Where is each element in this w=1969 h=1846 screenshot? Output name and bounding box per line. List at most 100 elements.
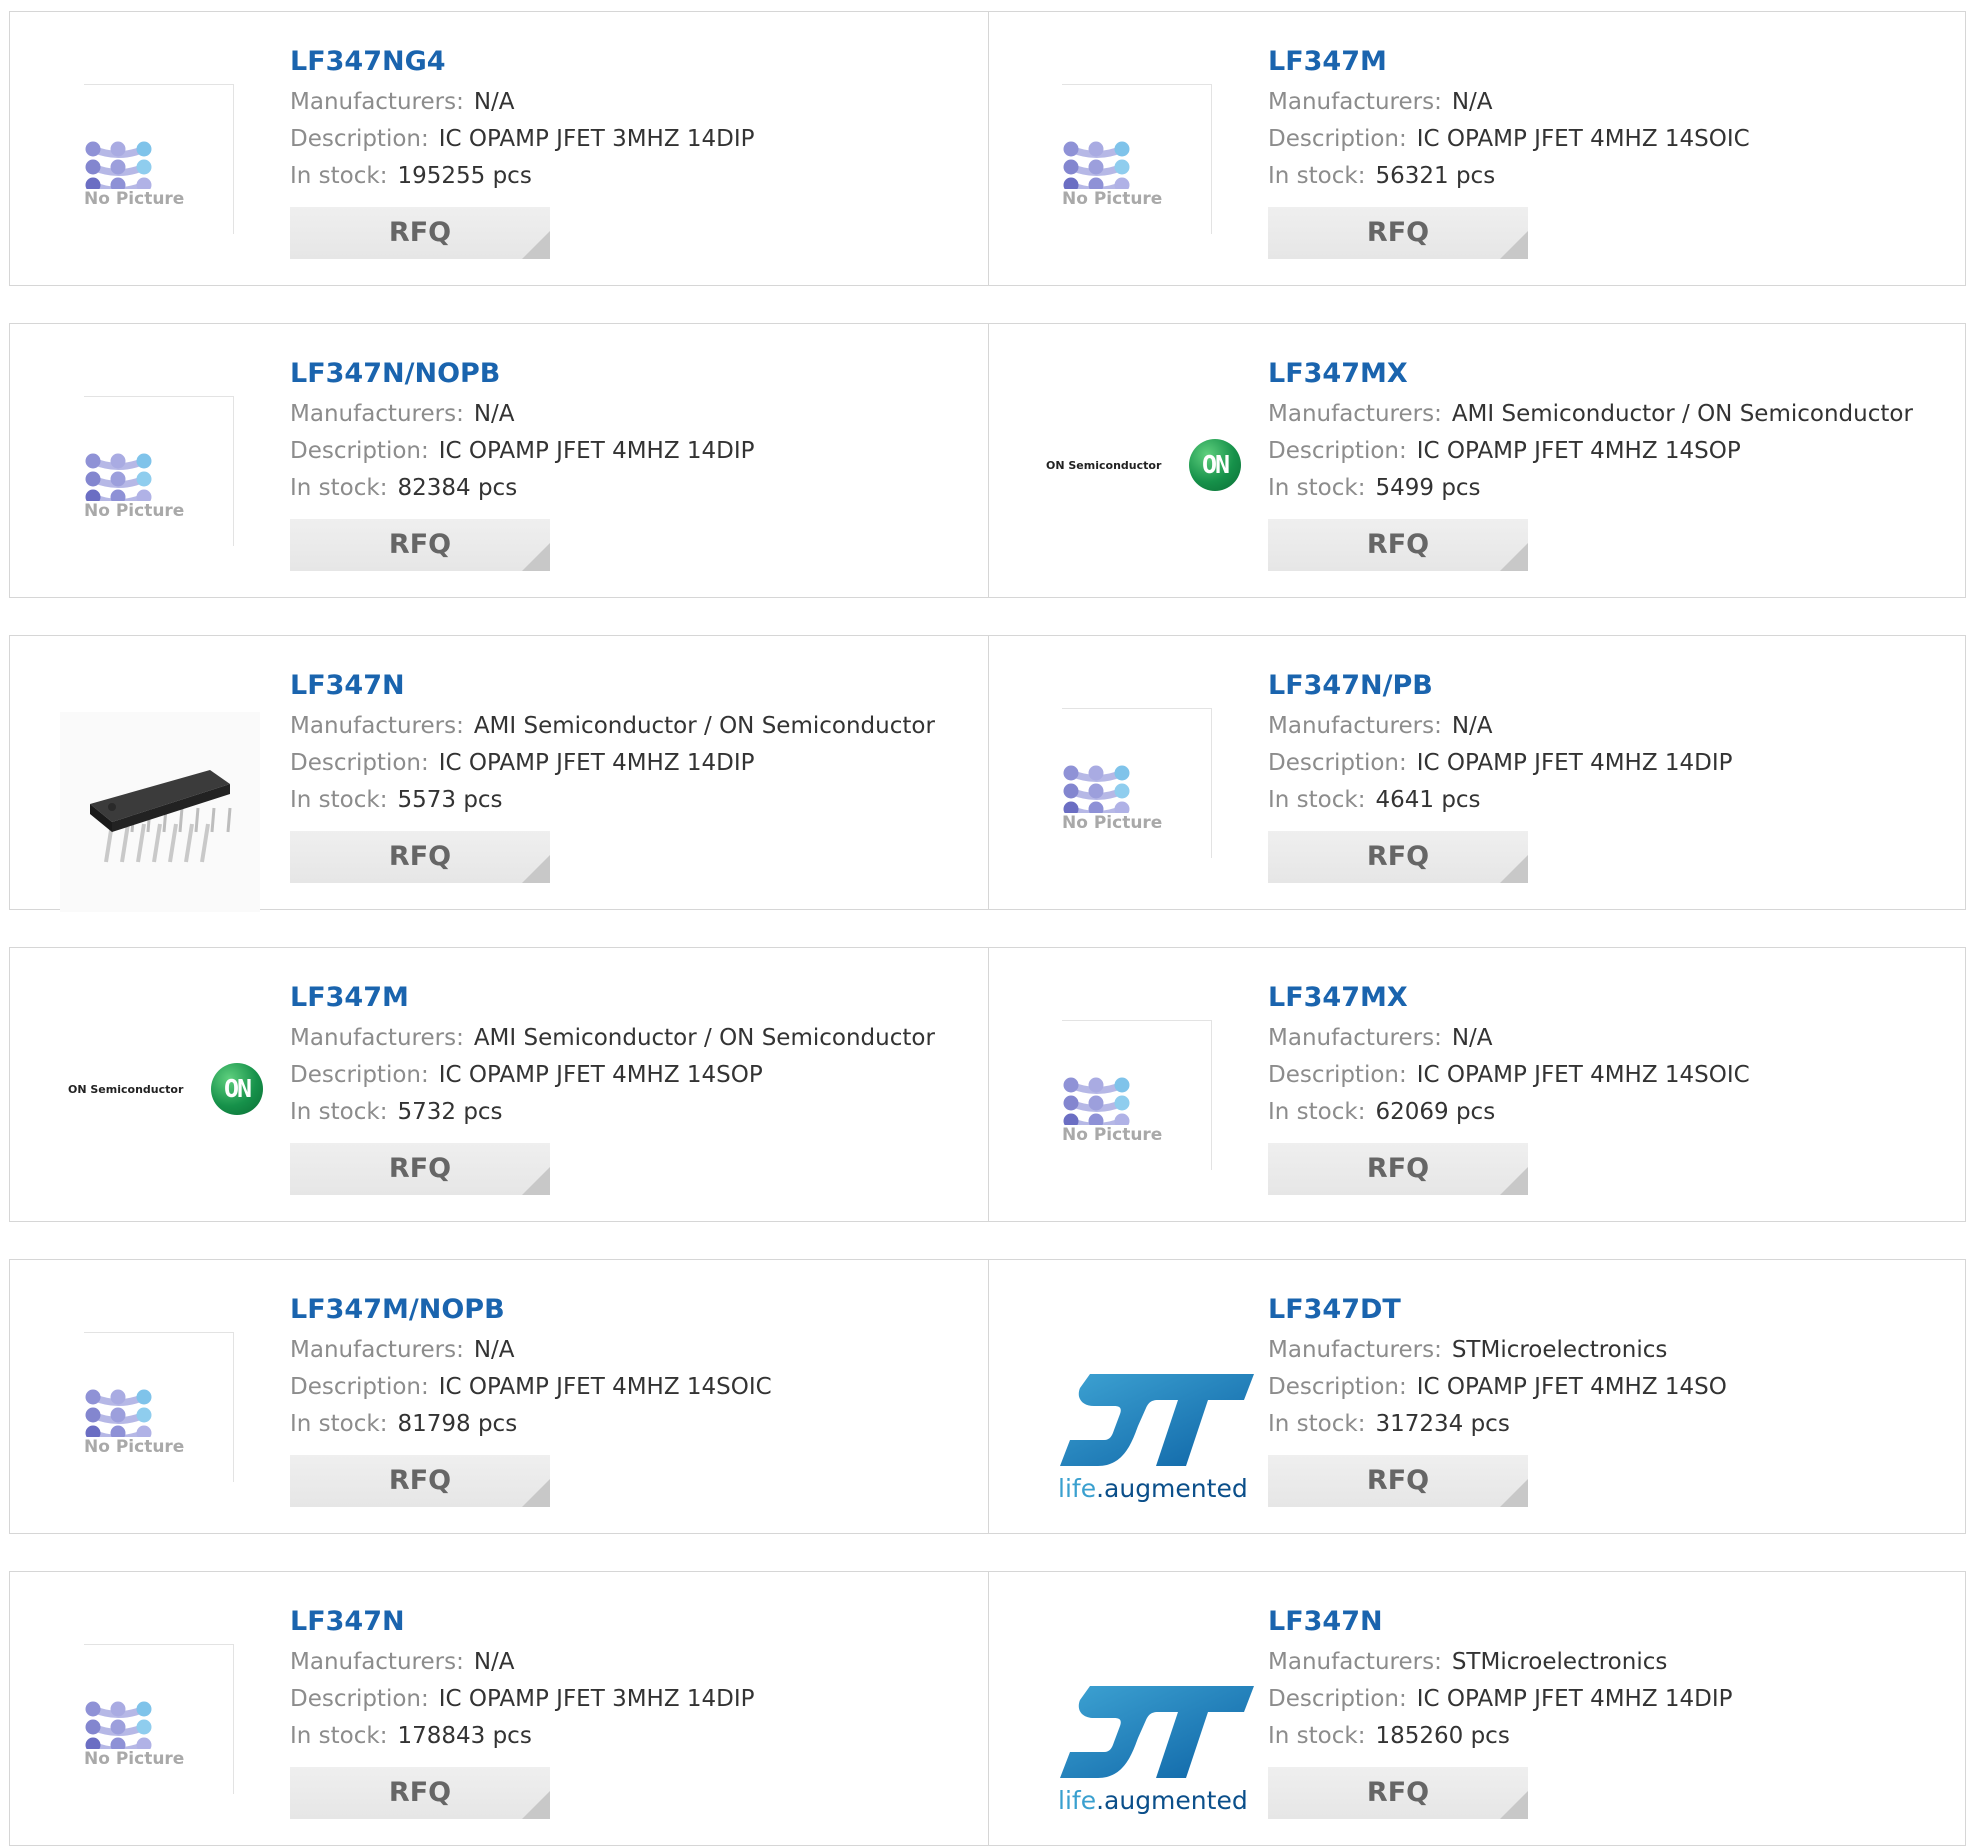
product-part-link[interactable]: LF347M [1268, 42, 1948, 84]
onsemi-logo: ON Semiconductor ON [68, 1061, 268, 1121]
product-image[interactable]: ON Semiconductor ON [1028, 362, 1241, 562]
product-info: LF347M Manufacturers: N/A Description: IC … [1268, 42, 1948, 259]
rfq-button[interactable]: RFQ [290, 1767, 550, 1819]
stock-value: 56321 pcs [1375, 163, 1496, 189]
product-part-link[interactable]: LF347N [290, 1602, 970, 1644]
manufacturer-line: Manufacturers: N/A [1268, 84, 1948, 121]
product-image[interactable]: No Picture [50, 1610, 250, 1810]
st-tagline-rest: .augmented [1096, 1786, 1248, 1815]
manufacturer-label: Manufacturers: [1268, 713, 1442, 739]
stock-label: In stock: [1268, 475, 1366, 501]
stock-label: In stock: [1268, 1099, 1366, 1125]
rfq-button[interactable]: RFQ [1268, 1767, 1528, 1819]
product-card: No Picture LF347M/NOPB Manufacturers: N/A… [10, 1260, 988, 1533]
description-value: IC OPAMP JFET 4MHZ 14SOIC [1416, 126, 1750, 152]
description-line: Description: IC OPAMP JFET 4MHZ 14DIP [290, 433, 970, 470]
stock-value: 62069 pcs [1375, 1099, 1496, 1125]
product-row: No Picture LF347N/NOPB Manufacturers: N/A… [9, 323, 1966, 598]
rfq-button[interactable]: RFQ [1268, 1143, 1528, 1195]
no-picture-label: No Picture [84, 1437, 191, 1457]
description-line: Description: IC OPAMP JFET 4MHZ 14SO [1268, 1369, 1948, 1406]
manufacturer-line: Manufacturers: AMI Semiconductor / ON Sem… [290, 708, 970, 745]
stock-line: In stock: 185260 pcs [1268, 1718, 1948, 1755]
description-value: IC OPAMP JFET 4MHZ 14DIP [438, 438, 755, 464]
rfq-button[interactable]: RFQ [290, 831, 550, 883]
product-info: LF347N Manufacturers: AMI Semiconductor /… [290, 666, 970, 883]
product-image[interactable] [50, 674, 260, 912]
product-part-link[interactable]: LF347NG4 [290, 42, 970, 84]
manufacturer-line: Manufacturers: STMicroelectronics [1268, 1644, 1948, 1681]
rfq-corner-icon [522, 543, 550, 571]
rfq-button[interactable]: RFQ [1268, 1455, 1528, 1507]
rfq-button[interactable]: RFQ [290, 519, 550, 571]
manufacturer-label: Manufacturers: [290, 1337, 464, 1363]
stock-line: In stock: 178843 pcs [290, 1718, 970, 1755]
stock-value: 4641 pcs [1375, 787, 1481, 813]
product-part-link[interactable]: LF347M/NOPB [290, 1290, 970, 1332]
st-logo: life.augmented [1058, 1680, 1258, 1830]
onsemi-badge-icon: ON [211, 1063, 263, 1115]
rfq-corner-icon [1500, 1791, 1528, 1819]
product-card: No Picture LF347M Manufacturers: N/A Desc… [988, 12, 1966, 285]
manufacturer-value: N/A [1451, 89, 1493, 115]
manufacturer-label: Manufacturers: [1268, 1649, 1442, 1675]
product-image[interactable]: No Picture [1028, 674, 1228, 874]
product-image[interactable]: life.augmented [1028, 1610, 1254, 1815]
rfq-button[interactable]: RFQ [290, 1455, 550, 1507]
st-tagline-rest: .augmented [1096, 1474, 1248, 1503]
description-value: IC OPAMP JFET 3MHZ 14DIP [438, 126, 755, 152]
description-label: Description: [1268, 438, 1407, 464]
product-part-link[interactable]: LF347DT [1268, 1290, 1948, 1332]
stock-value: 5499 pcs [1375, 475, 1481, 501]
description-label: Description: [290, 750, 429, 776]
st-tagline: life.augmented [1058, 1474, 1248, 1503]
product-card: life.augmented LF347DT Manufacturers: STM… [988, 1260, 1966, 1533]
product-part-link[interactable]: LF347MX [1268, 978, 1948, 1020]
rfq-label: RFQ [388, 1465, 452, 1496]
rfq-button[interactable]: RFQ [1268, 207, 1528, 259]
product-info: LF347MX Manufacturers: N/A Description: IC… [1268, 978, 1948, 1195]
product-row: LF347N Manufacturers: AMI Semiconductor /… [9, 635, 1966, 912]
rfq-button[interactable]: RFQ [1268, 519, 1528, 571]
no-picture-label: No Picture [84, 189, 191, 209]
product-part-link[interactable]: LF347N/PB [1268, 666, 1948, 708]
product-part-link[interactable]: LF347N [1268, 1602, 1948, 1644]
product-part-link[interactable]: LF347M [290, 978, 970, 1020]
product-image[interactable]: No Picture [50, 362, 250, 562]
rfq-label: RFQ [1366, 1465, 1430, 1496]
product-part-link[interactable]: LF347N [290, 666, 970, 708]
product-image[interactable]: life.augmented [1028, 1298, 1254, 1503]
stock-line: In stock: 5732 pcs [290, 1094, 970, 1131]
rfq-corner-icon [522, 1479, 550, 1507]
product-row: ON Semiconductor ON LF347M Manufacturers… [9, 947, 1966, 1222]
product-image[interactable]: ON Semiconductor ON [50, 986, 263, 1186]
rfq-button[interactable]: RFQ [290, 207, 550, 259]
rfq-corner-icon [1500, 855, 1528, 883]
product-info: LF347MX Manufacturers: AMI Semiconductor … [1268, 354, 1948, 571]
product-card: No Picture LF347N Manufacturers: N/A Desc… [10, 1572, 988, 1845]
description-line: Description: IC OPAMP JFET 3MHZ 14DIP [290, 1681, 970, 1718]
rfq-corner-icon [1500, 543, 1528, 571]
product-row: No Picture LF347M/NOPB Manufacturers: N/A… [9, 1259, 1966, 1534]
rfq-label: RFQ [1366, 1777, 1430, 1808]
rfq-button[interactable]: RFQ [290, 1143, 550, 1195]
stock-line: In stock: 62069 pcs [1268, 1094, 1948, 1131]
product-card: No Picture LF347N/PB Manufacturers: N/A D… [988, 636, 1966, 909]
description-line: Description: IC OPAMP JFET 4MHZ 14DIP [290, 745, 970, 782]
stock-label: In stock: [1268, 1723, 1366, 1749]
product-image[interactable]: No Picture [1028, 50, 1228, 250]
rfq-button[interactable]: RFQ [1268, 831, 1528, 883]
product-part-link[interactable]: LF347N/NOPB [290, 354, 970, 396]
manufacturer-label: Manufacturers: [1268, 89, 1442, 115]
product-info: LF347M Manufacturers: AMI Semiconductor /… [290, 978, 970, 1195]
product-card: ON Semiconductor ON LF347MX Manufacturer… [988, 324, 1966, 597]
product-image[interactable]: No Picture [50, 1298, 250, 1498]
stock-label: In stock: [290, 163, 388, 189]
rfq-label: RFQ [1366, 529, 1430, 560]
product-image[interactable]: No Picture [50, 50, 250, 250]
product-image[interactable]: No Picture [1028, 986, 1228, 1186]
product-part-link[interactable]: LF347MX [1268, 354, 1948, 396]
no-picture-label: No Picture [84, 501, 191, 521]
description-label: Description: [1268, 1374, 1407, 1400]
no-picture-label: No Picture [84, 1749, 191, 1769]
